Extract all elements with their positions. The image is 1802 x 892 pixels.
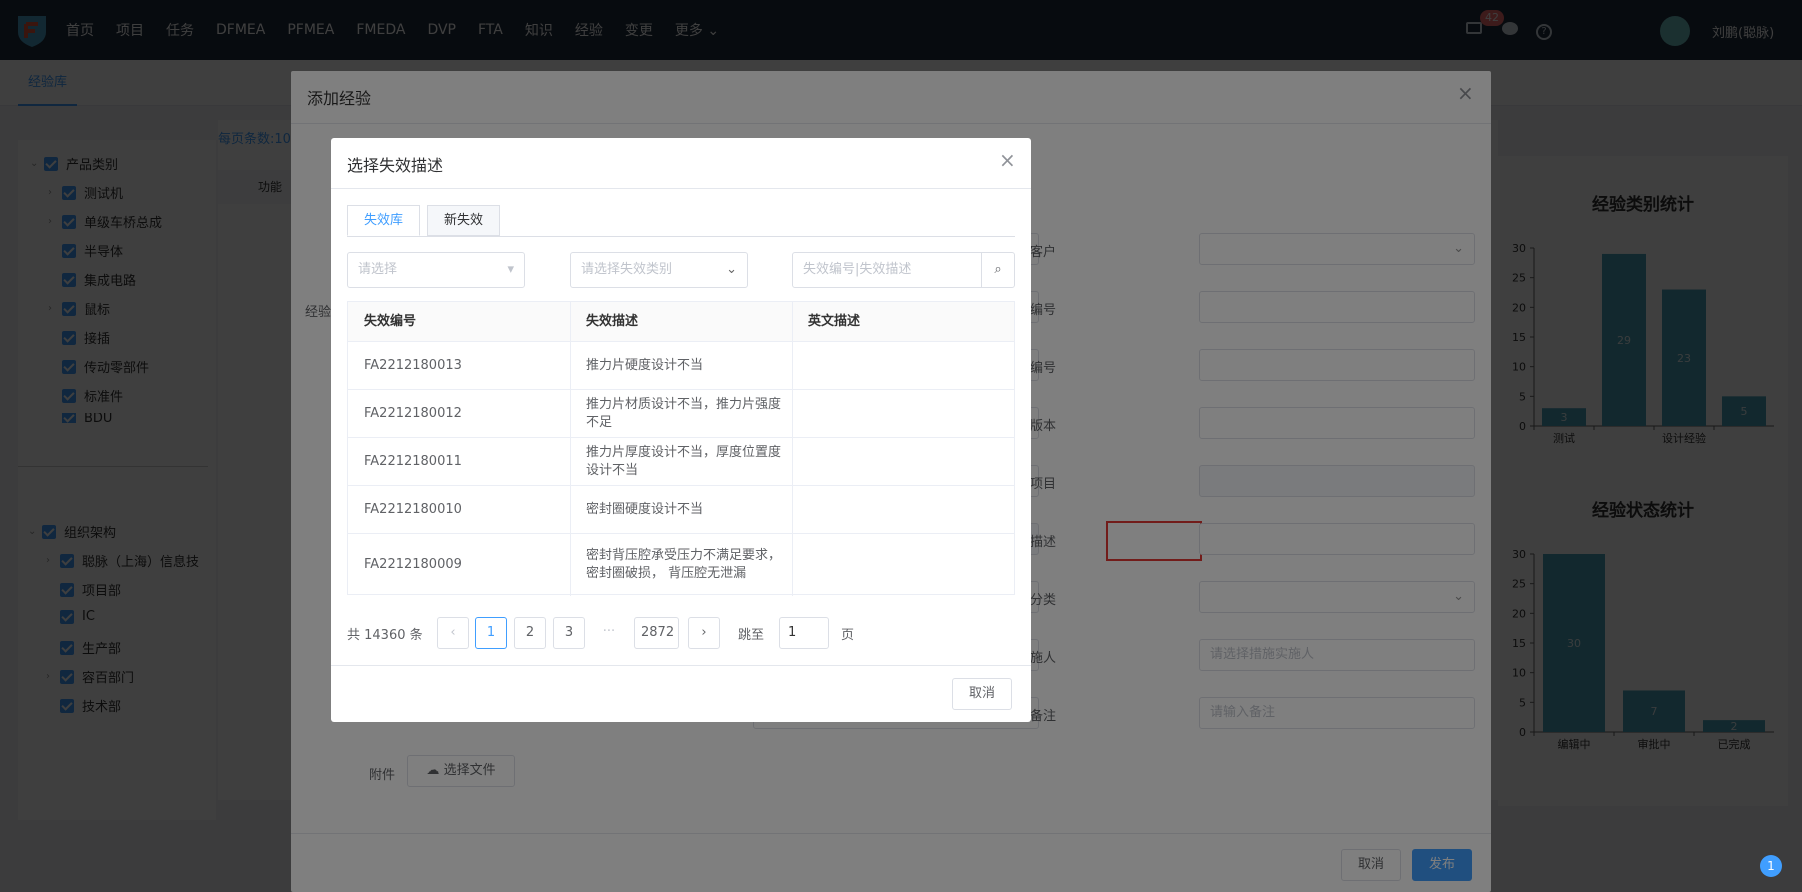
table-cell[interactable] (792, 486, 1014, 534)
table-cell[interactable]: FA2212180013 (348, 342, 570, 390)
chevron-left-icon: ‹ (450, 625, 456, 640)
page-unit-label: 页 (841, 628, 855, 643)
table-cell[interactable]: FA2212180009 (348, 534, 570, 596)
table-cell[interactable]: FA2212180010 (348, 486, 570, 534)
table-cell[interactable] (792, 534, 1014, 596)
table-cell[interactable]: 密封背压腔承受压力不满足要求， 密封圈破损， 背压腔无泄漏 (570, 534, 792, 596)
chevron-down-icon: ⌄ (726, 262, 737, 277)
table-cell[interactable] (792, 342, 1014, 390)
tab-new-failure[interactable]: 新失效 (427, 205, 501, 236)
table-cell[interactable]: 推力片硬度设计不当 (570, 342, 792, 390)
divider (331, 188, 1031, 189)
help-badge[interactable]: 1 (1760, 855, 1782, 877)
close-icon[interactable]: × (999, 148, 1016, 172)
dialog-title: 选择失效描述 (347, 156, 444, 175)
page-ellipsis[interactable]: ··· (593, 617, 625, 649)
search-button[interactable]: ⌕ (981, 252, 1015, 288)
column-divider (792, 302, 793, 596)
filter-select[interactable]: 请选择 ▾ (347, 252, 525, 288)
chevron-right-icon: › (701, 625, 707, 640)
page-button[interactable]: 3 (553, 617, 585, 649)
table-cell[interactable]: 推力片材质设计不当，推力片强度不足 (570, 390, 792, 438)
page-button[interactable]: 2 (514, 617, 546, 649)
column-divider (570, 302, 571, 596)
column-header: 失效描述 (570, 302, 792, 342)
table-cell[interactable] (792, 390, 1014, 438)
page-button[interactable]: 2872 (634, 617, 679, 649)
next-page-button[interactable]: › (688, 617, 720, 649)
caret-down-icon: ▾ (507, 262, 514, 277)
table-cell[interactable] (792, 438, 1014, 486)
divider (331, 665, 1031, 666)
search-input[interactable]: 失效编号|失效描述 (792, 252, 982, 288)
table-cell[interactable]: 推力片厚度设计不当，厚度位置度设计不当 (570, 438, 792, 486)
column-header: 失效编号 (348, 302, 570, 342)
column-header: 英文描述 (792, 302, 1014, 342)
jump-page-input[interactable]: 1 (779, 617, 829, 649)
search-icon: ⌕ (994, 262, 1002, 277)
prev-page-button[interactable]: ‹ (437, 617, 469, 649)
page-button[interactable]: 1 (475, 617, 507, 649)
table-cell[interactable]: FA2212180011 (348, 438, 570, 486)
cancel-button[interactable]: 取消 (952, 678, 1012, 710)
failure-table: 失效编号 失效描述 英文描述 FA2212180013 推力片硬度设计不当 FA… (347, 301, 1015, 596)
tabs-underline (347, 236, 1015, 237)
table-cell[interactable]: FA2212180012 (348, 390, 570, 438)
tab-failure-library[interactable]: 失效库 (347, 205, 421, 236)
table-cell[interactable]: 密封圈硬度设计不当 (570, 486, 792, 534)
failure-category-select[interactable]: 请选择失效类别 ⌄ (570, 252, 748, 288)
pagination-total: 共 14360 条 (347, 628, 423, 643)
select-failure-dialog: 选择失效描述 × 失效库 新失效 请选择 ▾ 请选择失效类别 ⌄ 失效编号|失效描述… (331, 138, 1031, 722)
jump-label: 跳至 (738, 628, 765, 643)
